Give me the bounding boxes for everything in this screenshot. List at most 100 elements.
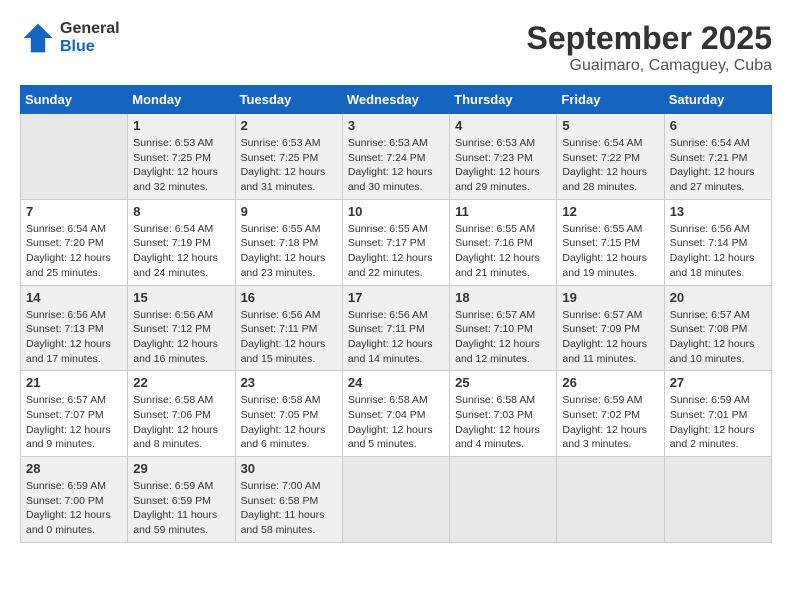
calendar-cell (557, 457, 664, 543)
day-number: 22 (133, 375, 229, 390)
day-info: Sunrise: 6:56 AMSunset: 7:14 PMDaylight:… (670, 222, 766, 281)
calendar-week-row: 21Sunrise: 6:57 AMSunset: 7:07 PMDayligh… (21, 371, 772, 457)
day-info: Sunrise: 6:59 AMSunset: 6:59 PMDaylight:… (133, 479, 229, 538)
weekday-header-saturday: Saturday (664, 86, 771, 114)
calendar-week-row: 14 Sunrise: 6:56 AMSunset: 7:13 PMDayligh… (21, 285, 772, 371)
calendar-cell: 26Sunrise: 6:59 AMSunset: 7:02 PMDayligh… (557, 371, 664, 457)
calendar-week-row: 7 Sunrise: 6:54 AMSunset: 7:20 PMDaylight… (21, 199, 772, 285)
day-info: Sunrise: 6:58 AMSunset: 7:04 PMDaylight:… (348, 393, 444, 452)
day-info: Sunrise: 6:54 AMSunset: 7:20 PMDaylight:… (26, 222, 122, 281)
calendar-week-row: 28 Sunrise: 6:59 AMSunset: 7:00 PMDayligh… (21, 457, 772, 543)
day-number: 25 (455, 375, 551, 390)
day-number: 13 (670, 204, 766, 219)
day-info: Sunrise: 6:57 AMSunset: 7:10 PMDaylight:… (455, 308, 551, 367)
calendar-cell: 7 Sunrise: 6:54 AMSunset: 7:20 PMDaylight… (21, 199, 128, 285)
day-info: Sunrise: 6:59 AMSunset: 7:01 PMDaylight:… (670, 393, 766, 452)
day-number: 1 (133, 118, 229, 133)
calendar-cell: 12 Sunrise: 6:55 AMSunset: 7:15 PMDayligh… (557, 199, 664, 285)
day-info: Sunrise: 6:58 AMSunset: 7:03 PMDaylight:… (455, 393, 551, 452)
day-number: 7 (26, 204, 122, 219)
calendar: SundayMondayTuesdayWednesdayThursdayFrid… (20, 85, 772, 543)
day-info: Sunrise: 6:54 AMSunset: 7:22 PMDaylight:… (562, 136, 658, 195)
calendar-cell (450, 457, 557, 543)
calendar-cell: 8 Sunrise: 6:54 AMSunset: 7:19 PMDaylight… (128, 199, 235, 285)
day-info: Sunrise: 6:54 AMSunset: 7:21 PMDaylight:… (670, 136, 766, 195)
weekday-header-sunday: Sunday (21, 86, 128, 114)
day-number: 23 (241, 375, 337, 390)
calendar-cell: 10 Sunrise: 6:55 AMSunset: 7:17 PMDayligh… (342, 199, 449, 285)
calendar-week-row: 1 Sunrise: 6:53 AMSunset: 7:25 PMDaylight… (21, 114, 772, 200)
day-number: 29 (133, 461, 229, 476)
day-info: Sunrise: 6:53 AMSunset: 7:25 PMDaylight:… (241, 136, 337, 195)
day-number: 5 (562, 118, 658, 133)
day-number: 15 (133, 290, 229, 305)
calendar-cell: 15Sunrise: 6:56 AMSunset: 7:12 PMDayligh… (128, 285, 235, 371)
calendar-cell: 3 Sunrise: 6:53 AMSunset: 7:24 PMDaylight… (342, 114, 449, 200)
day-info: Sunrise: 7:00 AMSunset: 6:58 PMDaylight:… (241, 479, 337, 538)
calendar-cell: 24 Sunrise: 6:58 AMSunset: 7:04 PMDayligh… (342, 371, 449, 457)
day-info: Sunrise: 6:56 AMSunset: 7:13 PMDaylight:… (26, 308, 122, 367)
weekday-header-wednesday: Wednesday (342, 86, 449, 114)
day-info: Sunrise: 6:55 AMSunset: 7:17 PMDaylight:… (348, 222, 444, 281)
month-title: September 2025 (527, 20, 772, 57)
day-info: Sunrise: 6:55 AMSunset: 7:16 PMDaylight:… (455, 222, 551, 281)
day-number: 24 (348, 375, 444, 390)
day-number: 12 (562, 204, 658, 219)
calendar-cell: 9 Sunrise: 6:55 AMSunset: 7:18 PMDaylight… (235, 199, 342, 285)
day-number: 3 (348, 118, 444, 133)
calendar-cell: 14 Sunrise: 6:56 AMSunset: 7:13 PMDayligh… (21, 285, 128, 371)
calendar-cell: 29 Sunrise: 6:59 AMSunset: 6:59 PMDayligh… (128, 457, 235, 543)
day-info: Sunrise: 6:58 AMSunset: 7:06 PMDaylight:… (133, 393, 229, 452)
page-header: General Blue September 2025 Guaimaro, Ca… (20, 20, 772, 75)
calendar-cell: 13 Sunrise: 6:56 AMSunset: 7:14 PMDayligh… (664, 199, 771, 285)
logo-blue: Blue (60, 38, 120, 56)
logo-text: General Blue (60, 20, 120, 55)
logo-icon (20, 20, 56, 56)
day-info: Sunrise: 6:59 AMSunset: 7:00 PMDaylight:… (26, 479, 122, 538)
day-info: Sunrise: 6:59 AMSunset: 7:02 PMDaylight:… (562, 393, 658, 452)
day-number: 9 (241, 204, 337, 219)
weekday-header-row: SundayMondayTuesdayWednesdayThursdayFrid… (21, 86, 772, 114)
calendar-cell: 17Sunrise: 6:56 AMSunset: 7:11 PMDayligh… (342, 285, 449, 371)
weekday-header-monday: Monday (128, 86, 235, 114)
day-info: Sunrise: 6:55 AMSunset: 7:15 PMDaylight:… (562, 222, 658, 281)
day-number: 16 (241, 290, 337, 305)
calendar-cell: 27Sunrise: 6:59 AMSunset: 7:01 PMDayligh… (664, 371, 771, 457)
logo: General Blue (20, 20, 120, 56)
day-number: 10 (348, 204, 444, 219)
logo-general: General (60, 20, 120, 38)
calendar-cell: 16 Sunrise: 6:56 AMSunset: 7:11 PMDayligh… (235, 285, 342, 371)
calendar-cell (21, 114, 128, 200)
weekday-header-friday: Friday (557, 86, 664, 114)
weekday-header-thursday: Thursday (450, 86, 557, 114)
calendar-cell: 6 Sunrise: 6:54 AMSunset: 7:21 PMDaylight… (664, 114, 771, 200)
day-info: Sunrise: 6:53 AMSunset: 7:24 PMDaylight:… (348, 136, 444, 195)
day-info: Sunrise: 6:55 AMSunset: 7:18 PMDaylight:… (241, 222, 337, 281)
day-number: 6 (670, 118, 766, 133)
day-info: Sunrise: 6:57 AMSunset: 7:09 PMDaylight:… (562, 308, 658, 367)
calendar-cell: 1 Sunrise: 6:53 AMSunset: 7:25 PMDaylight… (128, 114, 235, 200)
day-number: 20 (670, 290, 766, 305)
calendar-cell: 23 Sunrise: 6:58 AMSunset: 7:05 PMDayligh… (235, 371, 342, 457)
calendar-cell (342, 457, 449, 543)
day-info: Sunrise: 6:58 AMSunset: 7:05 PMDaylight:… (241, 393, 337, 452)
day-info: Sunrise: 6:53 AMSunset: 7:23 PMDaylight:… (455, 136, 551, 195)
calendar-cell: 20Sunrise: 6:57 AMSunset: 7:08 PMDayligh… (664, 285, 771, 371)
day-number: 17 (348, 290, 444, 305)
day-number: 14 (26, 290, 122, 305)
weekday-header-tuesday: Tuesday (235, 86, 342, 114)
day-info: Sunrise: 6:53 AMSunset: 7:25 PMDaylight:… (133, 136, 229, 195)
day-info: Sunrise: 6:57 AMSunset: 7:07 PMDaylight:… (26, 393, 122, 452)
day-number: 18 (455, 290, 551, 305)
calendar-cell: 28 Sunrise: 6:59 AMSunset: 7:00 PMDayligh… (21, 457, 128, 543)
calendar-cell: 25 Sunrise: 6:58 AMSunset: 7:03 PMDayligh… (450, 371, 557, 457)
location: Guaimaro, Camaguey, Cuba (527, 57, 772, 75)
day-info: Sunrise: 6:54 AMSunset: 7:19 PMDaylight:… (133, 222, 229, 281)
day-number: 8 (133, 204, 229, 219)
day-number: 28 (26, 461, 122, 476)
calendar-cell: 2Sunrise: 6:53 AMSunset: 7:25 PMDaylight… (235, 114, 342, 200)
calendar-cell: 30Sunrise: 7:00 AMSunset: 6:58 PMDayligh… (235, 457, 342, 543)
calendar-cell: 21Sunrise: 6:57 AMSunset: 7:07 PMDayligh… (21, 371, 128, 457)
day-number: 11 (455, 204, 551, 219)
day-info: Sunrise: 6:56 AMSunset: 7:11 PMDaylight:… (241, 308, 337, 367)
